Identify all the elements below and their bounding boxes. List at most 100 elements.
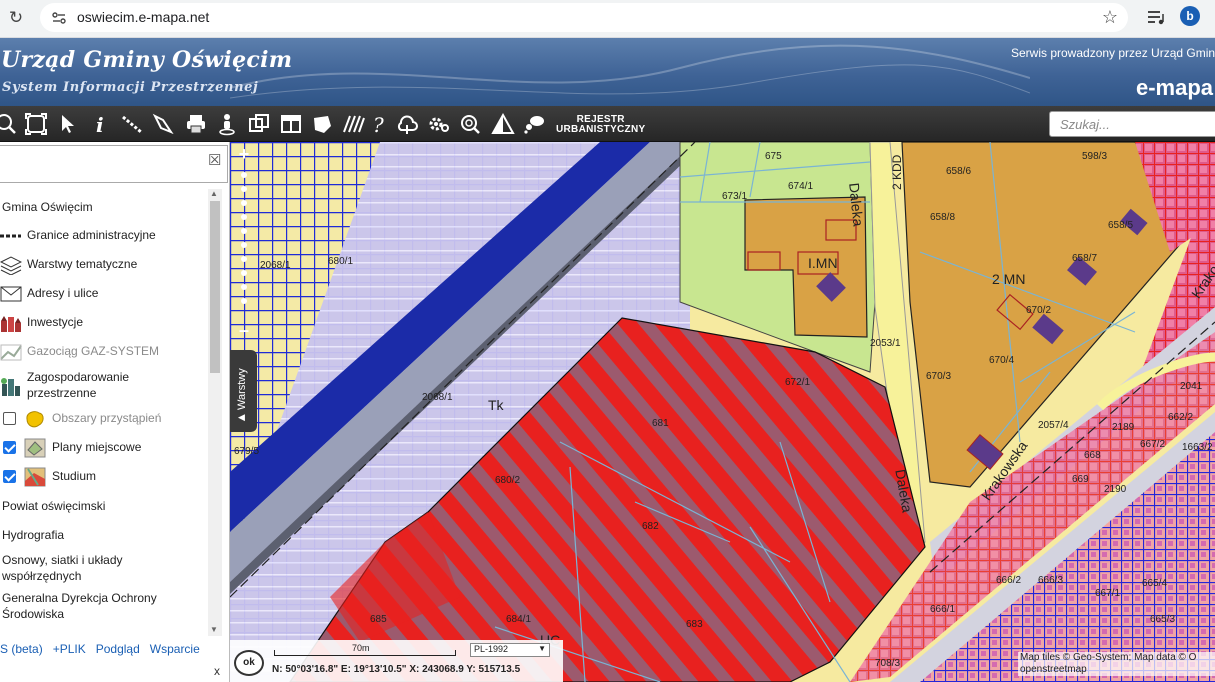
parcel-label: 667/1 — [1095, 588, 1121, 599]
obszary-checkbox[interactable] — [3, 412, 16, 425]
zoom-in-button[interactable]: + — [235, 145, 253, 164]
layout-icon[interactable] — [279, 112, 303, 136]
help-icon[interactable]: ? — [368, 112, 392, 137]
scroll-down-icon[interactable]: ▼ — [210, 625, 218, 634]
hatch-icon[interactable] — [341, 112, 365, 136]
zoom-extent-icon[interactable] — [24, 112, 48, 136]
scroll-up-icon[interactable]: ▲ — [210, 189, 218, 198]
brand-logo[interactable]: e-mapa — [1136, 75, 1213, 101]
tree-group-gdos[interactable]: Generalna Dyrekcja Ochrony — [2, 591, 157, 605]
tree-group-osnowy[interactable]: Osnowy, siatki i układy — [2, 553, 123, 567]
reload-icon[interactable]: ↻ — [6, 8, 26, 28]
crs-select[interactable]: PL-1992 ▼ — [470, 643, 550, 657]
bookmark-star-icon[interactable]: ☆ — [1102, 7, 1118, 28]
settings-icon[interactable] — [426, 112, 450, 136]
site-settings-icon[interactable] — [50, 9, 68, 27]
tree-item-label: Gazociąg GAZ-SYSTEM — [27, 344, 160, 358]
zone-label-2mn: 2 MN — [992, 271, 1026, 287]
site-title: Urząd Gminy Oświęcim — [1, 47, 293, 73]
measure-area-icon[interactable] — [151, 112, 175, 136]
parcel-label: 685 — [370, 614, 387, 625]
close-icon[interactable]: ☒ — [208, 151, 221, 169]
parcel-label: 680/2 — [495, 475, 521, 486]
header-decoration — [230, 44, 1030, 99]
measure-distance-icon[interactable] — [120, 112, 144, 136]
shape-icon[interactable] — [310, 112, 334, 136]
beta-link[interactable]: S (beta) — [0, 642, 43, 656]
print-icon[interactable] — [184, 112, 208, 136]
buildings-icon — [1, 316, 21, 332]
cloud-icon[interactable] — [395, 112, 419, 136]
tree-group-gdos-line2[interactable]: Środowiska — [2, 607, 64, 621]
ok-button[interactable]: ok — [234, 650, 264, 676]
tree-root-gmina[interactable]: Gmina Oświęcim — [2, 200, 93, 214]
parcel-label: 670/3 — [926, 371, 952, 382]
road-label-kdd: 2 KDD — [890, 154, 904, 190]
zoom-level-dot[interactable] — [241, 172, 247, 178]
pointer-icon[interactable] — [56, 112, 80, 136]
street-view-icon[interactable] — [215, 112, 239, 136]
studium-checkbox[interactable] — [3, 470, 16, 483]
layers-tab[interactable]: Warstwy ◀ — [230, 350, 257, 432]
zoom-level-dot[interactable] — [241, 200, 247, 206]
zoom-level-dot[interactable] — [241, 270, 247, 276]
check-item-studium[interactable]: Studium — [0, 467, 200, 489]
zoom-level-dot[interactable] — [241, 284, 247, 290]
tree-item-warstwy[interactable]: Warstwy tematyczne — [0, 255, 200, 277]
map-canvas[interactable]: + – Warstwy ◀ 2068/1 680/1 679/5 2068/1 … — [230, 142, 1215, 682]
info-icon[interactable]: i — [88, 112, 112, 137]
scrollbar-thumb[interactable] — [210, 201, 220, 373]
tree-item-zagospodarowanie[interactable]: Zagospodarowanie przestrzenne — [0, 368, 200, 402]
zoom-level-dot[interactable] — [241, 298, 247, 304]
zoom-out-button[interactable]: – — [235, 321, 253, 340]
plik-link[interactable]: +PLIK — [53, 642, 86, 656]
url-text[interactable]: oswiecim.e-mapa.net — [77, 9, 209, 25]
layer-filter-input[interactable]: ☒ — [0, 145, 228, 183]
parcel-label: 667/2 — [1140, 439, 1166, 450]
tree-item-granice[interactable]: Granice administracyjne — [0, 226, 200, 248]
tree-group-hydrografia[interactable]: Hydrografia — [2, 528, 64, 542]
site-header: Urząd Gminy Oświęcim System Informacji P… — [0, 38, 1215, 106]
compare-icon[interactable] — [491, 112, 515, 136]
address-bar[interactable]: oswiecim.e-mapa.net ☆ — [40, 3, 1128, 32]
tree-group-osnowy-line2[interactable]: współrzędnych — [2, 569, 81, 583]
parcel-label: 672/1 — [785, 377, 811, 388]
attribution-line1[interactable]: Map tiles © Geo-System; Map data © O — [1020, 652, 1215, 664]
attribution-line2[interactable]: openstreetmap — [1020, 664, 1215, 676]
parcel-label: 2068/1 — [260, 260, 291, 271]
zoom-level-dot[interactable] — [241, 186, 247, 192]
parcel-label: 658/8 — [930, 212, 956, 223]
podglad-link[interactable]: Podgląd — [96, 642, 140, 656]
rejestr-line2: URBANISTYCZNY — [556, 124, 646, 135]
map-layers[interactable] — [230, 142, 1215, 682]
coordinate-bar: ok 70m PL-1992 ▼ N: 50°03'16.8" E: 19°13… — [230, 640, 563, 682]
rejestr-urbanistyczny-button[interactable]: REJESTR URBANISTYCZNY — [556, 115, 645, 135]
zoom-level-dot[interactable] — [241, 228, 247, 234]
copy-icon[interactable] — [247, 112, 271, 136]
find-icon[interactable] — [458, 112, 482, 136]
check-item-plany[interactable]: Plany miejscowe — [0, 438, 200, 460]
comment-icon[interactable] — [522, 112, 546, 136]
plany-checkbox[interactable] — [3, 441, 16, 454]
tree-item-label-line2: przestrzenne — [27, 386, 97, 400]
tree-item-inwestycje[interactable]: Inwestycje — [0, 313, 200, 335]
media-controls-icon[interactable] — [1146, 8, 1166, 26]
zoom-level-dot[interactable] — [241, 214, 247, 220]
parcel-label: 2190 — [1104, 484, 1127, 495]
search-input[interactable]: Szukaj... — [1049, 111, 1215, 137]
wsparcie-link[interactable]: Wsparcie — [150, 642, 200, 656]
zoom-icon[interactable] — [0, 112, 18, 136]
tree-item-label: Adresy i ulice — [27, 286, 99, 300]
sidebar-scrollbar[interactable]: ▲ ▼ — [208, 189, 222, 636]
caret-left-icon: ◀ — [238, 412, 245, 422]
check-item-obszary[interactable]: Obszary przystąpień — [0, 409, 200, 431]
tree-group-powiat[interactable]: Powiat oświęcimski — [2, 499, 105, 513]
profile-avatar[interactable]: b — [1180, 6, 1200, 26]
zoom-level-dot[interactable] — [241, 256, 247, 262]
cursor-coordinates: N: 50°03'16.8" E: 19°13'10.5" X: 243068.… — [272, 664, 521, 675]
parcel-label: 2068/1 — [422, 392, 453, 403]
zoom-level-dot[interactable] — [241, 242, 247, 248]
tree-item-adresy[interactable]: Adresy i ulice — [0, 284, 200, 306]
sidebar-close-button[interactable]: x — [214, 664, 220, 678]
tree-item-gazociag[interactable]: Gazociąg GAZ-SYSTEM — [0, 342, 200, 364]
